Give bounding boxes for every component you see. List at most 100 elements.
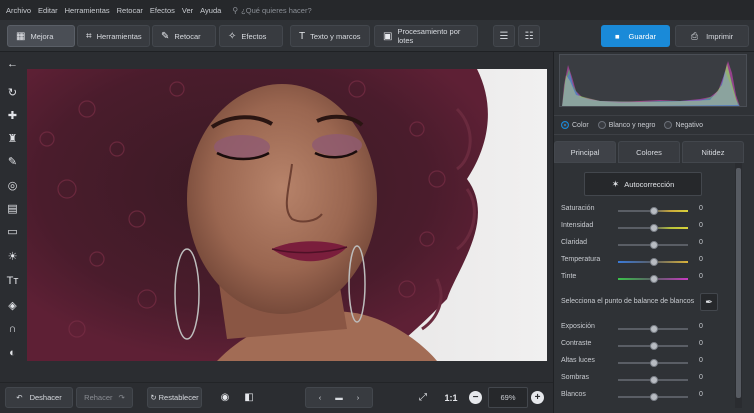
compare-icon[interactable]: ◧ — [240, 388, 258, 407]
add-list-button[interactable]: ☰ — [493, 25, 515, 47]
eyedropper-button[interactable]: ✒ — [700, 293, 718, 311]
slider-knob[interactable] — [650, 325, 658, 333]
slider-knob[interactable] — [650, 258, 658, 266]
scrollbar-thumb[interactable] — [736, 168, 741, 398]
zoom-in-icon[interactable]: + — [531, 391, 544, 404]
slider-sombras[interactable]: Sombras 0 — [561, 374, 741, 386]
restore-button[interactable]: ↻ Restablecer — [147, 387, 202, 408]
printer-icon: ⎙ — [690, 30, 699, 41]
tab-procesamiento-lotes[interactable]: ▣ Procesamiento por lotes — [374, 25, 478, 47]
slider-blancos[interactable]: Blancos 0 — [561, 391, 741, 403]
eye-icon[interactable]: ◉ — [216, 388, 234, 407]
search-field[interactable]: ⚲ ¿Qué quieres hacer? — [232, 6, 311, 15]
mode-color-radio[interactable]: Color — [561, 121, 589, 129]
tab-colores[interactable]: Colores — [618, 141, 680, 163]
canvas-area — [25, 52, 553, 382]
light-icon[interactable]: ☀ — [4, 248, 21, 265]
bucket-icon[interactable]: ◈ — [4, 297, 21, 314]
save-button[interactable]: ■ Guardar — [601, 25, 670, 47]
slider-knob[interactable] — [650, 241, 658, 249]
rotate-icon[interactable]: ↻ — [4, 84, 21, 101]
menu-ayuda[interactable]: Ayuda — [200, 6, 221, 15]
tab-efectos[interactable]: ✧ Efectos — [219, 25, 283, 47]
vignette-icon[interactable]: ▭ — [4, 223, 21, 240]
slider-value: 0 — [699, 205, 703, 212]
prev-image-icon[interactable]: ‹ — [319, 393, 322, 402]
menu-archivo[interactable]: Archivo — [6, 6, 31, 15]
radio-dot — [664, 121, 673, 129]
slider-value: 0 — [699, 323, 703, 330]
tab-principal[interactable]: Principal — [554, 141, 616, 163]
slider-knob[interactable] — [650, 393, 658, 401]
menu-retocar[interactable]: Retocar — [117, 6, 143, 15]
tab-retocar[interactable]: ✎ Retocar — [152, 25, 216, 47]
zoom-out-icon[interactable]: − — [469, 391, 482, 404]
radio-dot — [597, 121, 606, 129]
history-list-button[interactable]: ☷ — [518, 25, 540, 47]
slider-label: Saturación — [561, 205, 595, 212]
search-placeholder: ¿Qué quieres hacer? — [241, 5, 312, 15]
mode-blanco-negro-radio[interactable]: Blanco y negro — [597, 121, 655, 129]
tab-mejora[interactable]: ▦ Mejora — [7, 25, 75, 47]
restore-label: Restablecer — [158, 393, 199, 402]
menu-ver[interactable]: Ver — [182, 6, 193, 15]
slider-label: Tinte — [561, 273, 577, 280]
slider-temperatura[interactable]: Temperatura 0 — [561, 256, 741, 268]
gradient-filter-icon[interactable]: ▤ — [4, 200, 21, 217]
white-balance-label: Selecciona el punto de balance de blanco… — [561, 298, 695, 305]
menu-herramientas[interactable]: Herramientas — [65, 6, 110, 15]
slider-tinte[interactable]: Tinte 0 — [561, 273, 741, 285]
brush-tool-icon[interactable]: ✎ — [4, 153, 21, 170]
autocorrection-button[interactable]: ✶ Autocorrección — [584, 172, 702, 196]
bandage-icon[interactable]: ✚ — [4, 107, 21, 124]
mode-negativo-radio[interactable]: Negativo — [664, 121, 703, 129]
slider-intensidad[interactable]: Intensidad 0 — [561, 222, 741, 234]
zoom-1-1-button[interactable]: 1:1 — [441, 388, 461, 407]
tab-nitidez[interactable]: Nitidez — [682, 141, 744, 163]
slider-exposicion[interactable]: Exposición 0 — [561, 323, 741, 335]
fit-screen-icon[interactable]: ⤢ — [414, 388, 432, 407]
image-navigation: ‹ ▬ › — [305, 387, 373, 408]
eyedropper-icon: ✒ — [705, 296, 713, 307]
slider-value: 0 — [699, 273, 703, 280]
menu-efectos[interactable]: Efectos — [150, 6, 175, 15]
slider-value: 0 — [699, 239, 703, 246]
background-icon[interactable]: ◐ — [4, 344, 21, 361]
undo-button[interactable]: ↶ Deshacer — [5, 387, 73, 408]
slider-knob[interactable] — [650, 224, 658, 232]
slider-contraste[interactable]: Contraste 0 — [561, 340, 741, 352]
slider-knob[interactable] — [650, 275, 658, 283]
zoom-level[interactable]: 69% — [488, 387, 528, 408]
magic-wand-icon: ✧ — [228, 30, 237, 42]
slider-knob[interactable] — [650, 359, 658, 367]
histogram — [559, 54, 747, 107]
slider-knob[interactable] — [650, 207, 658, 215]
slider-label: Temperatura — [561, 256, 601, 263]
magnet-icon[interactable]: ∩ — [4, 320, 21, 337]
portrait-photo[interactable] — [27, 69, 547, 361]
folder-icon[interactable]: ▬ — [335, 393, 343, 402]
slider-saturacion[interactable]: Saturación 0 — [561, 205, 741, 217]
panel-scrollbar[interactable] — [735, 163, 742, 408]
autocorrection-label: Autocorrección — [624, 179, 675, 189]
back-arrow-icon[interactable]: ← — [4, 55, 21, 72]
radio-dot — [561, 121, 569, 129]
text-tool-icon[interactable]: Tт — [4, 272, 21, 289]
print-button[interactable]: ⎙ Imprimir — [675, 25, 749, 47]
search-icon: ⚲ — [232, 5, 239, 15]
slider-knob[interactable] — [650, 376, 658, 384]
slider-claridad[interactable]: Claridad 0 — [561, 239, 741, 251]
tab-efectos-label: Efectos — [241, 31, 267, 41]
radial-filter-icon[interactable]: ◎ — [4, 177, 21, 194]
slider-altas-luces[interactable]: Altas luces 0 — [561, 357, 741, 369]
menu-editar[interactable]: Editar — [38, 6, 58, 15]
slider-knob[interactable] — [650, 342, 658, 350]
redo-button[interactable]: Rehacer ↷ — [76, 387, 133, 408]
slider-value: 0 — [699, 357, 703, 364]
save-label: Guardar — [628, 31, 657, 41]
stamp-icon[interactable]: ♜ — [4, 130, 21, 147]
tab-herramientas[interactable]: ⌗ Herramientas — [77, 25, 150, 47]
slider-value: 0 — [699, 391, 703, 398]
next-image-icon[interactable]: › — [357, 393, 360, 402]
tab-texto-marcos[interactable]: T Texto y marcos — [290, 25, 370, 47]
